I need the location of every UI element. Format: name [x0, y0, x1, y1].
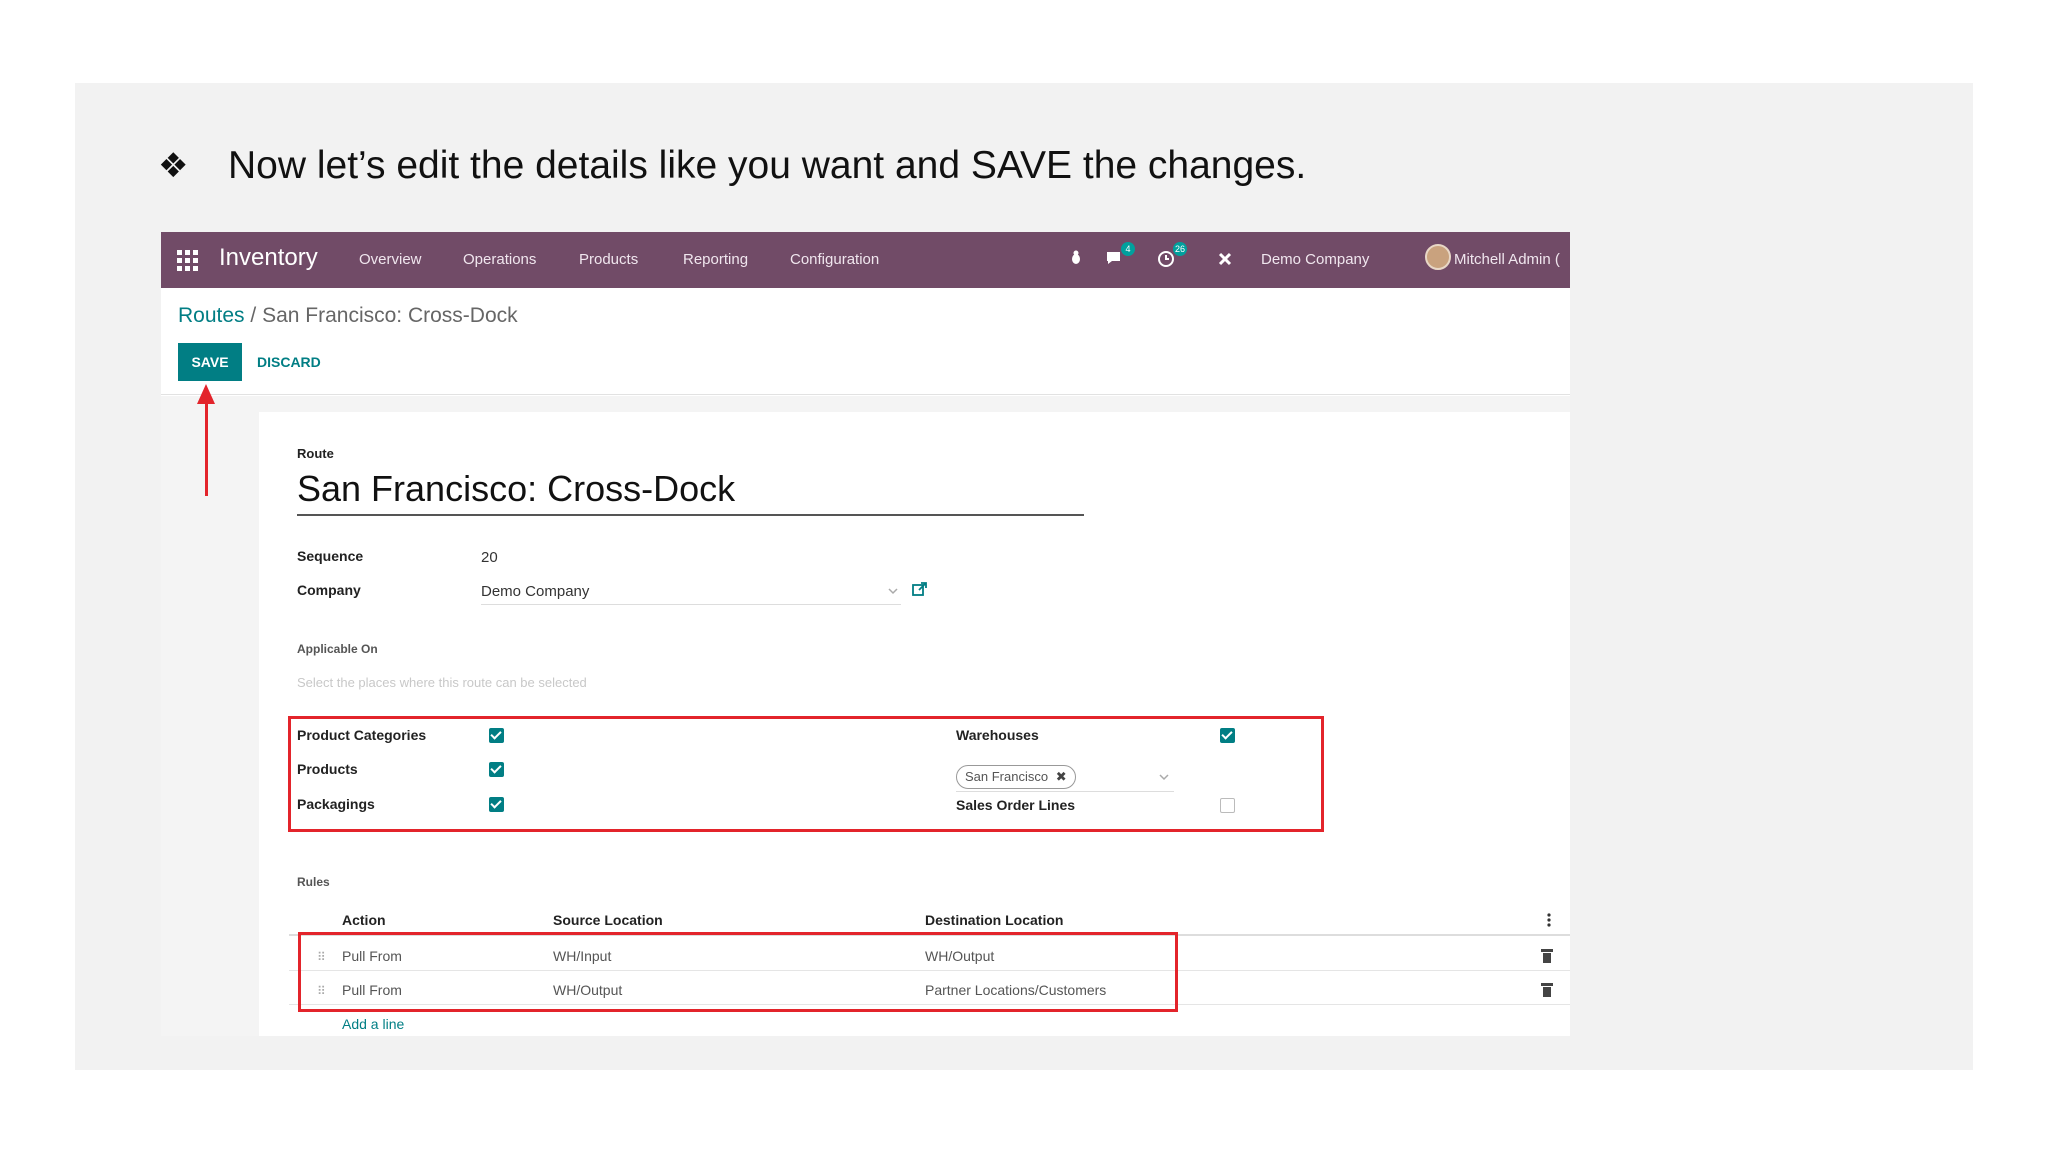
form-sheet: Route San Francisco: Cross-Dock Sequence… — [259, 412, 1570, 1036]
rules-col-source[interactable]: Source Location — [553, 912, 663, 928]
control-panel: Routes / San Francisco: Cross-Dock SAVE … — [161, 288, 1570, 395]
discard-button[interactable]: DISCARD — [257, 343, 321, 381]
odoo-screenshot: Inventory Overview Operations Products R… — [161, 232, 1570, 1036]
menu-overview[interactable]: Overview — [359, 251, 422, 268]
route-label: Route — [297, 446, 334, 461]
user-avatar[interactable] — [1425, 244, 1451, 270]
company-label: Company — [297, 582, 361, 598]
rules-col-action[interactable]: Action — [342, 912, 386, 928]
external-link-icon[interactable] — [911, 580, 929, 598]
applicable-on-hint: Select the places where this route can b… — [297, 675, 587, 690]
breadcrumb: Routes / San Francisco: Cross-Dock — [178, 304, 518, 328]
rules-highlight — [298, 932, 1178, 1012]
top-navbar: Inventory Overview Operations Products R… — [161, 232, 1570, 288]
applicable-on-highlight — [288, 716, 1324, 832]
user-menu[interactable]: Mitchell Admin ( — [1454, 251, 1560, 268]
instruction-text: Now let’s edit the details like you want… — [228, 144, 1307, 187]
sequence-label: Sequence — [297, 548, 364, 564]
company-switcher[interactable]: Demo Company — [1261, 251, 1369, 268]
menu-products[interactable]: Products — [579, 251, 638, 268]
bug-icon[interactable] — [1069, 250, 1083, 266]
company-underline — [481, 604, 901, 605]
clock-icon[interactable] — [1157, 250, 1175, 268]
trash-icon[interactable] — [1541, 983, 1553, 997]
applicable-on-label: Applicable On — [297, 642, 378, 656]
instruction-heading: ❖ Now let’s edit the details like you wa… — [158, 140, 1306, 192]
menu-configuration[interactable]: Configuration — [790, 251, 879, 268]
breadcrumb-separator: / — [244, 304, 263, 327]
close-icon[interactable] — [1218, 252, 1232, 266]
sequence-input[interactable]: 20 — [481, 549, 498, 566]
messages-badge: 4 — [1121, 242, 1135, 256]
route-name-input[interactable]: San Francisco: Cross-Dock — [297, 468, 1084, 516]
activities-badge: 26 — [1173, 242, 1188, 256]
rules-label: Rules — [297, 875, 330, 889]
save-button[interactable]: SAVE — [178, 343, 242, 381]
bullet-icon: ❖ — [158, 147, 189, 185]
menu-operations[interactable]: Operations — [463, 251, 536, 268]
rules-col-destination[interactable]: Destination Location — [925, 912, 1063, 928]
breadcrumb-routes-link[interactable]: Routes — [178, 304, 245, 327]
menu-reporting[interactable]: Reporting — [683, 251, 748, 268]
chevron-down-icon[interactable] — [888, 588, 898, 596]
apps-grid-icon[interactable] — [177, 250, 199, 271]
app-name[interactable]: Inventory — [219, 244, 318, 272]
company-select[interactable]: Demo Company — [481, 583, 589, 600]
column-options-icon[interactable] — [1547, 913, 1551, 927]
add-line-link[interactable]: Add a line — [342, 1016, 404, 1032]
breadcrumb-current: San Francisco: Cross-Dock — [262, 304, 518, 327]
trash-icon[interactable] — [1541, 949, 1553, 963]
save-arrow-line — [205, 400, 208, 496]
